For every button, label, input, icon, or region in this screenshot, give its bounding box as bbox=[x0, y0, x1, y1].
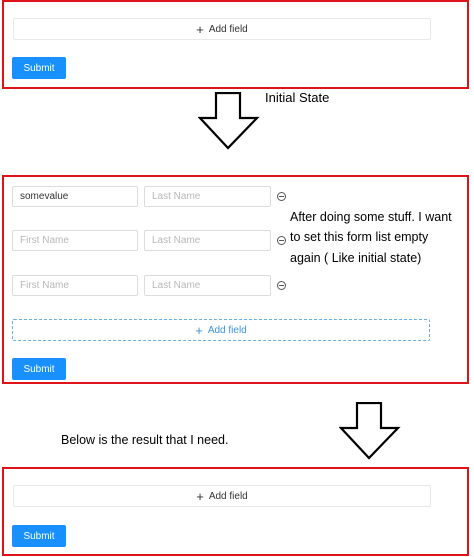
initial-state-panel: + Add field Submit bbox=[2, 0, 469, 89]
add-field-button[interactable]: + Add field bbox=[12, 319, 430, 341]
first-name-value: somevalue bbox=[20, 191, 69, 202]
submit-button[interactable]: Submit bbox=[12, 525, 66, 547]
initial-state-caption: Initial State bbox=[265, 90, 330, 105]
first-name-input[interactable]: First Name bbox=[12, 275, 138, 296]
first-name-input[interactable]: somevalue bbox=[12, 186, 138, 207]
plus-icon: + bbox=[196, 21, 204, 37]
add-field-button[interactable]: + Add field bbox=[13, 485, 431, 507]
add-field-button[interactable]: + Add field bbox=[13, 18, 431, 40]
remove-row-icon[interactable] bbox=[277, 281, 286, 290]
add-field-label: Add field bbox=[208, 23, 248, 35]
submit-label: Submit bbox=[23, 530, 55, 542]
submit-button[interactable]: Submit bbox=[12, 57, 66, 79]
last-name-input[interactable]: Last Name bbox=[144, 230, 271, 251]
plus-icon: + bbox=[196, 488, 204, 504]
first-name-input[interactable]: First Name bbox=[12, 230, 138, 251]
remove-row-icon[interactable] bbox=[277, 192, 286, 201]
plus-icon: + bbox=[195, 322, 203, 338]
note-text: After doing some stuff. I want to set th… bbox=[290, 210, 452, 265]
desired-result-panel: + Add field Submit bbox=[2, 467, 469, 556]
submit-label: Submit bbox=[23, 62, 55, 74]
submit-label: Submit bbox=[23, 363, 55, 375]
last-name-placeholder: Last Name bbox=[152, 191, 201, 202]
down-arrow-icon bbox=[198, 92, 260, 150]
add-field-label: Add field bbox=[208, 490, 248, 502]
first-name-placeholder: First Name bbox=[20, 235, 69, 246]
first-name-placeholder: First Name bbox=[20, 280, 69, 291]
last-name-input[interactable]: Last Name bbox=[144, 275, 271, 296]
last-name-input[interactable]: Last Name bbox=[144, 186, 271, 207]
filled-form-panel: somevalue Last Name First Name Last Name… bbox=[2, 175, 469, 384]
last-name-placeholder: Last Name bbox=[152, 280, 201, 291]
down-arrow-icon bbox=[339, 402, 401, 460]
submit-button[interactable]: Submit bbox=[12, 358, 66, 380]
result-caption: Below is the result that I need. bbox=[61, 433, 229, 447]
remove-row-icon[interactable] bbox=[277, 236, 286, 245]
last-name-placeholder: Last Name bbox=[152, 235, 201, 246]
add-field-label: Add field bbox=[207, 324, 247, 336]
